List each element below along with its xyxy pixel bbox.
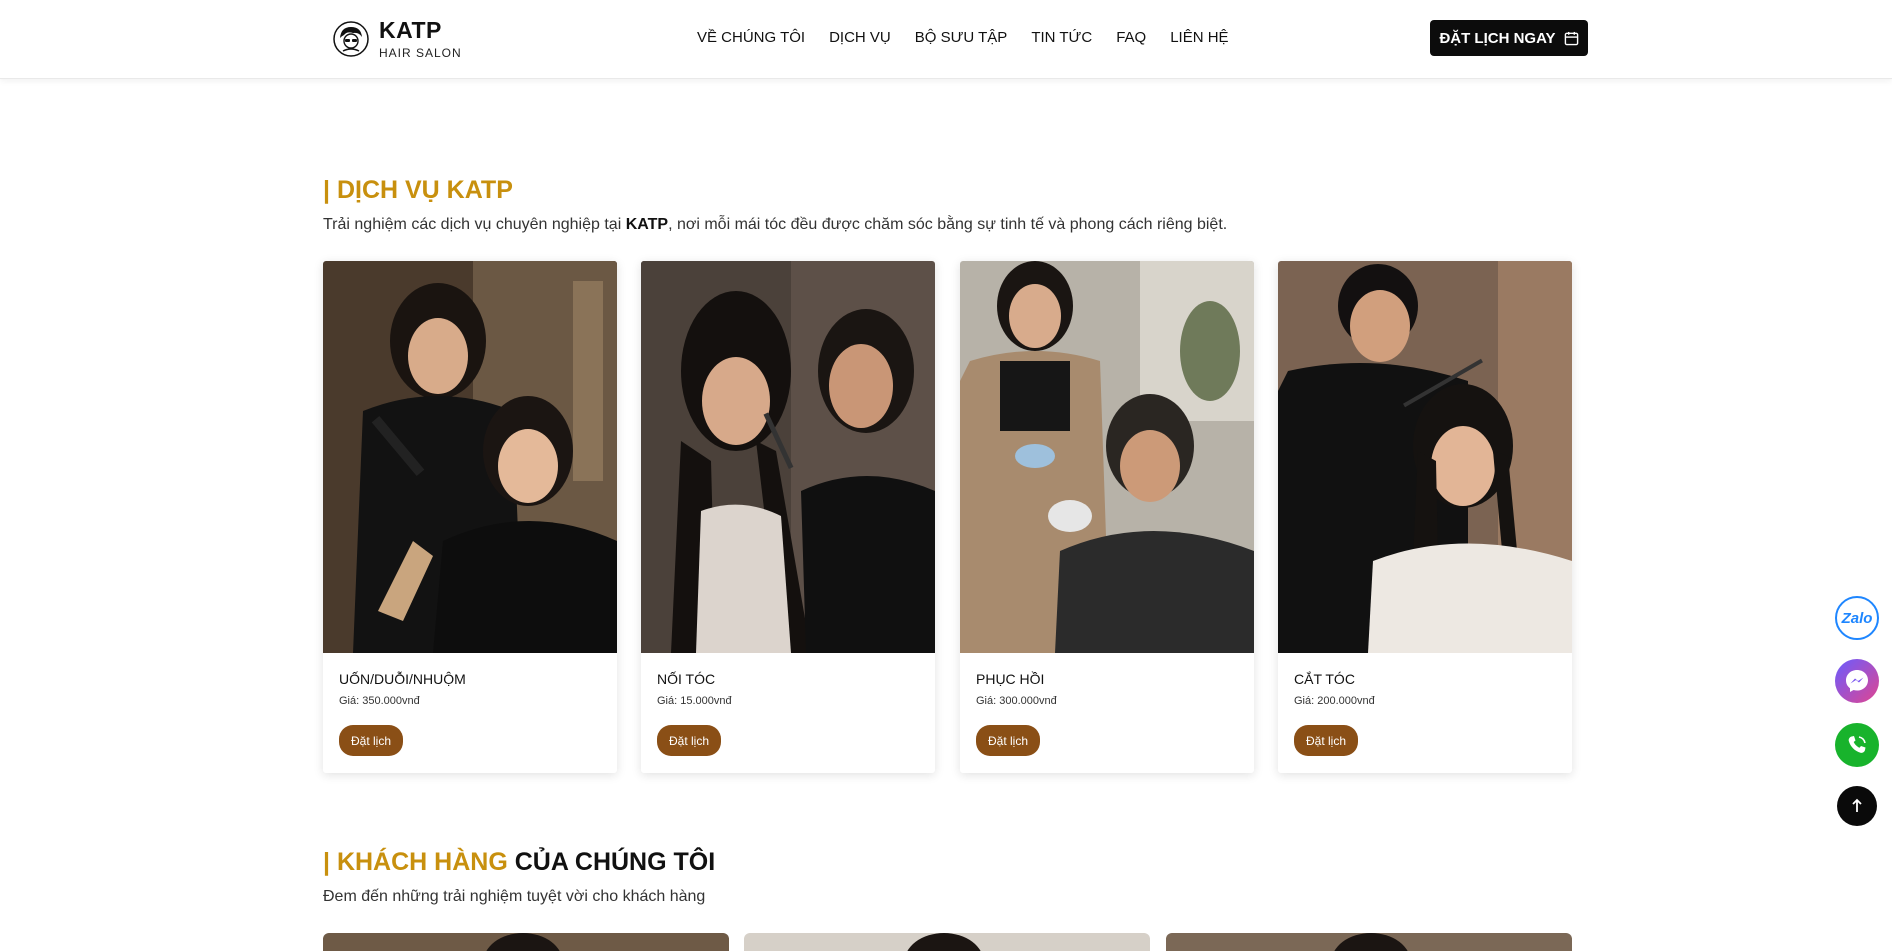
brand-tagline: HAIR SALON (379, 46, 462, 60)
services-description: Trải nghiệm các dịch vụ chuyên nghiệp tạ… (323, 216, 1228, 233)
service-price: Giá: 200.000vnđ (1294, 695, 1375, 707)
nav-faq[interactable]: FAQ (1116, 29, 1146, 46)
calendar-icon (1564, 31, 1578, 45)
main-nav: VỀ CHÚNG TÔI DỊCH VỤ BỘ SƯU TẬP TIN TỨC … (697, 29, 1229, 46)
phone-icon (1848, 736, 1866, 753)
book-service-button[interactable]: Đặt lịch (976, 725, 1041, 756)
nav-about[interactable]: VỀ CHÚNG TÔI (697, 29, 805, 46)
arrow-up-icon (1852, 798, 1862, 812)
service-photo-recovery (960, 261, 1254, 653)
service-card-extensions: NỐI TÓC Giá: 15.000vnđ Đặt lịch (641, 261, 935, 773)
phone-button[interactable] (1835, 723, 1879, 767)
customer-photo (744, 933, 1150, 951)
customers-title: | KHÁCH HÀNG CỦA CHÚNG TÔI (323, 848, 716, 876)
service-card-recovery: PHỤC HỒI Giá: 300.000vnđ Đặt lịch (960, 261, 1254, 773)
service-card-haircut: CẮT TÓC Giá: 200.000vnđ Đặt lịch (1278, 261, 1572, 773)
nav-news[interactable]: TIN TỨC (1031, 29, 1092, 46)
service-card-perm-straighten-color: UỐN/DUỖI/NHUỘM Giá: 350.000vnđ Đặt lịch (323, 261, 617, 773)
service-name: PHỤC HỒI (976, 671, 1045, 687)
service-photo-haircut (1278, 261, 1572, 653)
book-service-button[interactable]: Đặt lịch (339, 725, 404, 756)
customers-description: Đem đến những trải nghiệm tuyệt vời cho … (323, 888, 706, 905)
messenger-button[interactable] (1835, 659, 1879, 703)
book-now-label: ĐẶT LỊCH NGAY (1439, 29, 1556, 47)
nav-collection[interactable]: BỘ SƯU TẬP (915, 29, 1008, 46)
service-name: UỐN/DUỖI/NHUỘM (339, 671, 466, 687)
service-name: NỐI TÓC (657, 671, 716, 687)
book-service-button[interactable]: Đặt lịch (1294, 725, 1359, 756)
service-name: CẮT TÓC (1294, 671, 1355, 687)
service-photo-coloring (323, 261, 617, 653)
logo-icon (333, 21, 369, 57)
brand-name: KATP (379, 17, 442, 43)
back-to-top-button[interactable] (1837, 786, 1877, 826)
logo[interactable]: KATP HAIR SALON (333, 18, 462, 60)
service-price: Giá: 300.000vnđ (976, 695, 1057, 707)
nav-services[interactable]: DỊCH VỤ (829, 29, 891, 46)
zalo-icon: Zalo (1841, 609, 1873, 627)
service-price: Giá: 15.000vnđ (657, 695, 732, 707)
zalo-button[interactable]: Zalo (1835, 596, 1879, 640)
service-photo-extensions (641, 261, 935, 653)
book-service-button[interactable]: Đặt lịch (657, 725, 722, 756)
service-price: Giá: 350.000vnđ (339, 695, 420, 707)
nav-contact[interactable]: LIÊN HỆ (1170, 29, 1228, 46)
customer-photo (323, 933, 729, 951)
customer-photo (1166, 933, 1572, 951)
messenger-icon (1846, 670, 1868, 692)
site-header: KATP HAIR SALON VỀ CHÚNG TÔI DỊCH VỤ BỘ … (0, 0, 1892, 79)
book-now-button[interactable]: ĐẶT LỊCH NGAY (1430, 20, 1588, 56)
services-title: | DỊCH VỤ KATP (323, 176, 513, 204)
